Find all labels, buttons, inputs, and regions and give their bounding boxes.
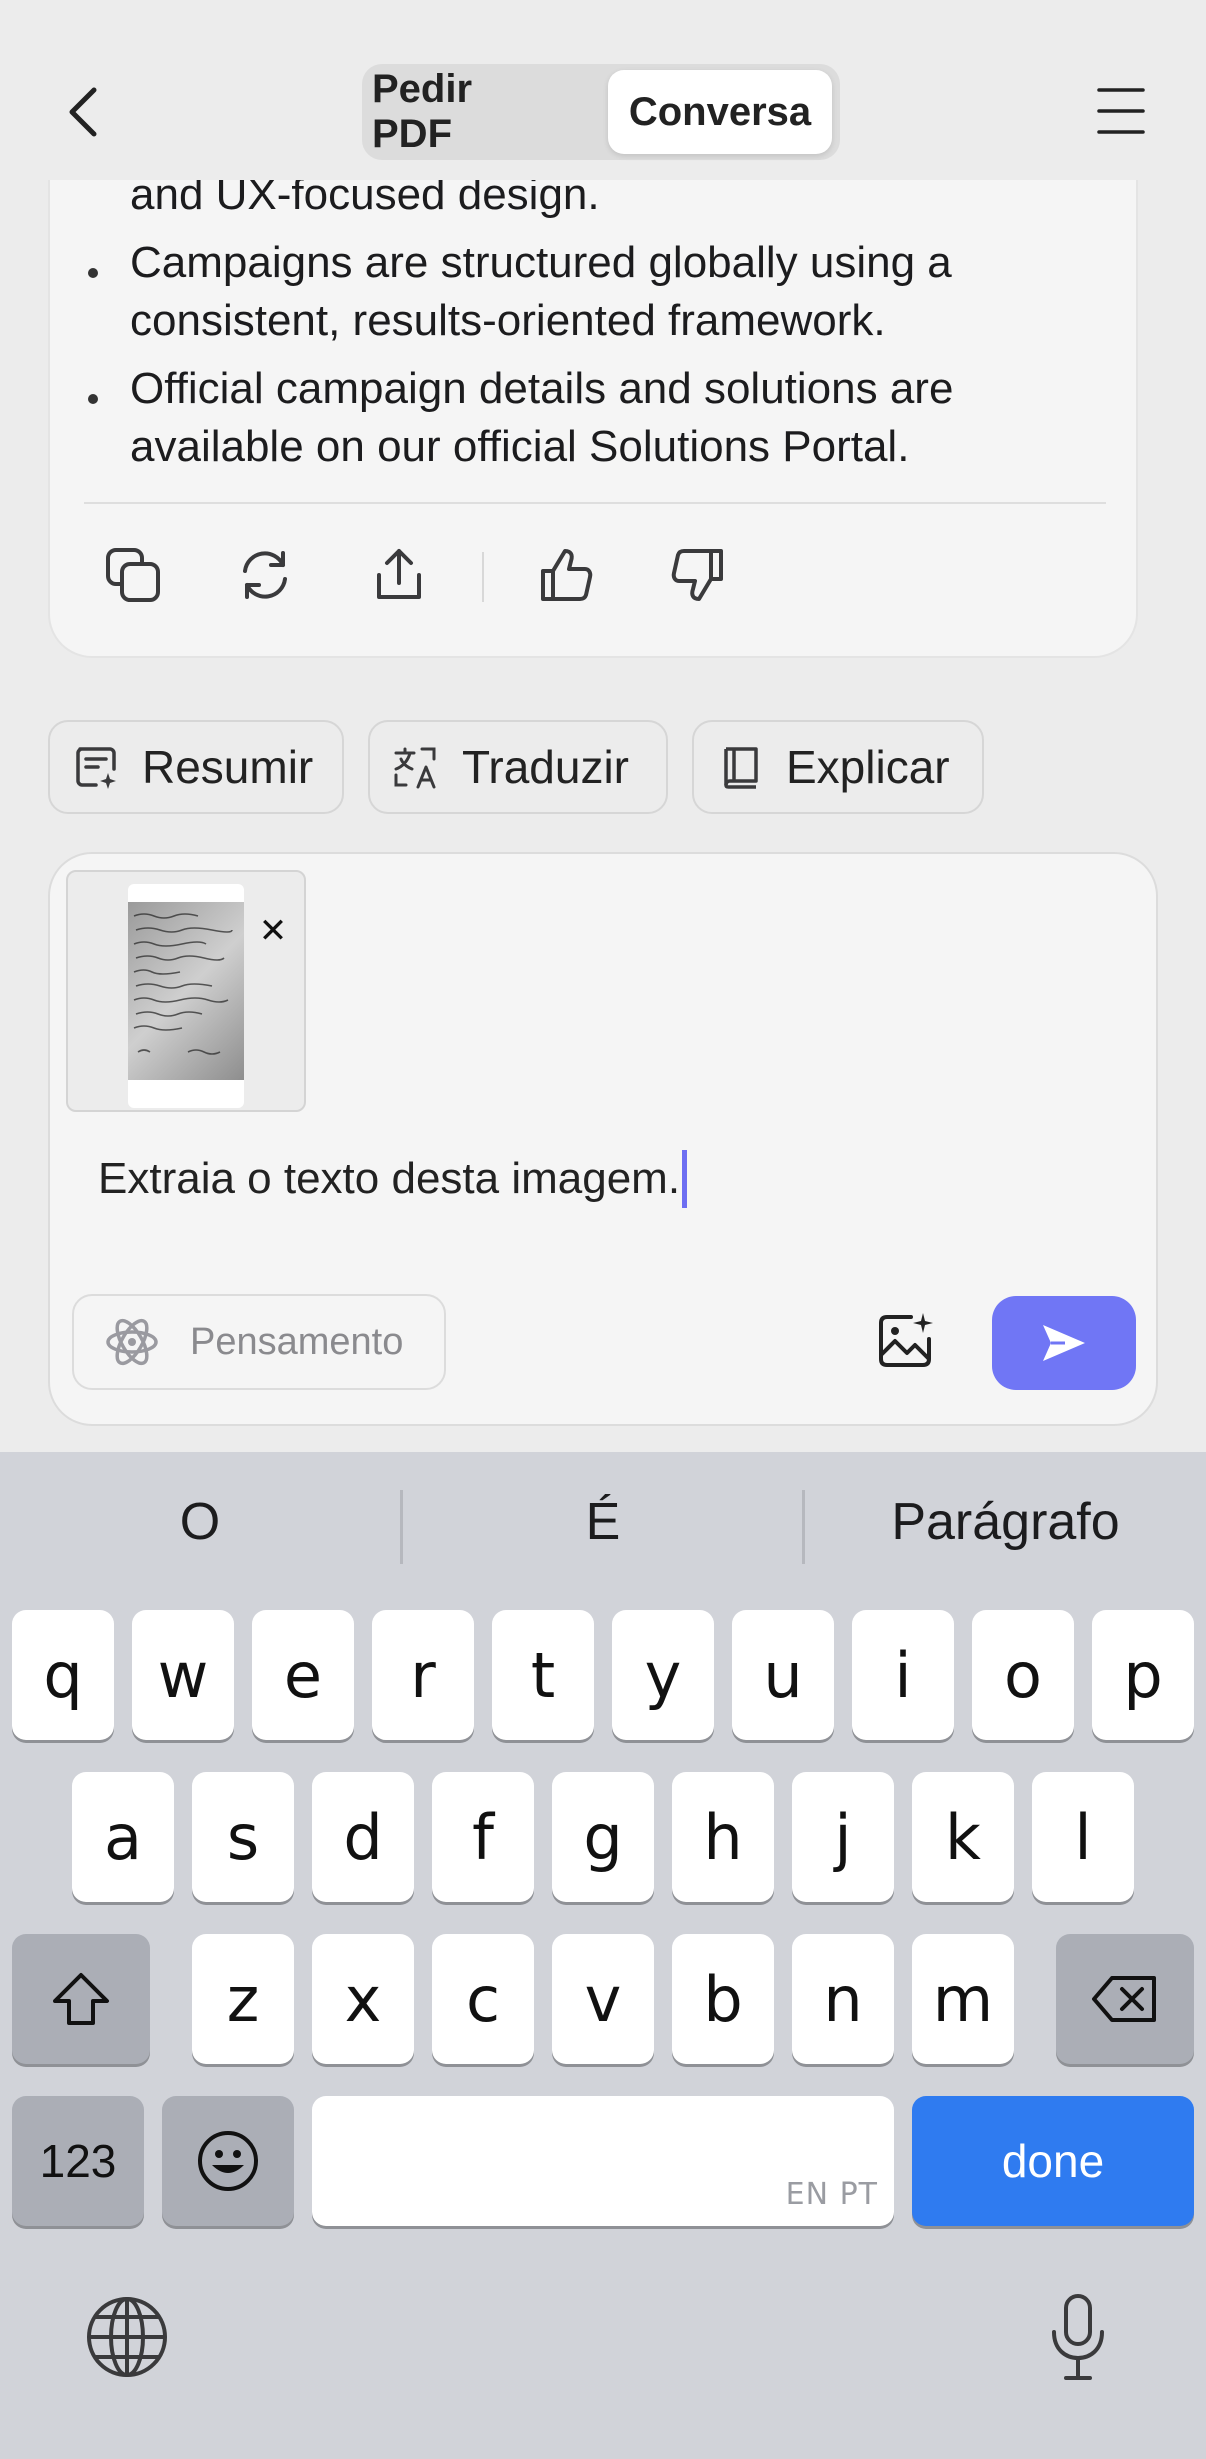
explain-chip[interactable]: Explicar (692, 720, 984, 814)
key-n[interactable]: n (792, 1934, 894, 2064)
thinking-label: Pensamento (190, 1320, 404, 1363)
key-j[interactable]: j (792, 1772, 894, 1902)
message-line: available on our official Solutions Port… (130, 422, 910, 471)
thinking-toggle[interactable]: Pensamento (72, 1294, 446, 1390)
tab-conversa[interactable]: Conversa (608, 70, 832, 154)
emoji-key[interactable] (162, 2096, 294, 2226)
tab-pedir-pdf[interactable]: Pedir PDF (372, 67, 562, 156)
divider (84, 502, 1106, 504)
translate-icon (394, 747, 436, 789)
done-key[interactable]: done (912, 2096, 1194, 2226)
key-o[interactable]: o (972, 1610, 1074, 1740)
regenerate-icon (243, 551, 287, 599)
key-w[interactable]: w (132, 1610, 234, 1740)
emoji-icon (198, 2131, 258, 2191)
key-e[interactable]: e (252, 1610, 354, 1740)
image-thumbnail[interactable]: ✕ (66, 870, 306, 1112)
dislike-button[interactable] (664, 540, 734, 610)
backspace-key[interactable] (1056, 1934, 1194, 2064)
key-z[interactable]: z (192, 1934, 294, 2064)
key-q[interactable]: q (12, 1610, 114, 1740)
key-g[interactable]: g (552, 1772, 654, 1902)
menu-button[interactable] (1096, 86, 1146, 136)
shift-icon (53, 1973, 109, 2025)
message-line: Campaigns are structured globally using … (130, 238, 952, 287)
action-separator (482, 552, 484, 602)
message-line: Official campaign details and solutions … (130, 364, 954, 413)
send-button[interactable] (992, 1296, 1136, 1390)
explain-label: Explicar (786, 741, 950, 793)
translate-chip[interactable]: Traduzir (368, 720, 668, 814)
assistant-message-card: and UX-focused design. Campaigns are str… (48, 120, 1138, 658)
key-m[interactable]: m (912, 1934, 1014, 2064)
key-i[interactable]: i (852, 1610, 954, 1740)
share-icon (377, 549, 421, 599)
key-t[interactable]: t (492, 1610, 594, 1740)
atom-icon (106, 1318, 158, 1366)
copy-icon (106, 548, 160, 602)
key-h[interactable]: h (672, 1772, 774, 1902)
message-line: consistent, results-oriented framework. (130, 296, 886, 345)
key-s[interactable]: s (192, 1772, 294, 1902)
top-bar: Pedir PDF Conversa (0, 0, 1206, 180)
key-a[interactable]: a (72, 1772, 174, 1902)
share-button[interactable] (364, 540, 434, 610)
microphone-icon (1052, 2294, 1104, 2380)
remove-attachment-button[interactable]: ✕ (246, 904, 300, 958)
thumbs-down-icon (671, 549, 723, 601)
hamburger-icon (1097, 88, 1145, 134)
space-key[interactable]: EN PT (312, 2096, 894, 2226)
numbers-key[interactable]: 123 (12, 2096, 144, 2226)
key-b[interactable]: b (672, 1934, 774, 2064)
prompt-text: Extraia o texto desta imagem. (98, 1154, 681, 1203)
text-caret (682, 1150, 688, 1208)
dictation-button[interactable] (1036, 2292, 1120, 2382)
key-p[interactable]: p (1092, 1610, 1194, 1740)
like-button[interactable] (530, 540, 600, 610)
key-l[interactable]: l (1032, 1772, 1134, 1902)
key-c[interactable]: c (432, 1934, 534, 2064)
back-button[interactable] (58, 82, 108, 142)
translate-label: Traduzir (462, 741, 629, 793)
copy-button[interactable] (98, 540, 168, 610)
key-k[interactable]: k (912, 1772, 1014, 1902)
bullet-dot (88, 394, 98, 404)
key-r[interactable]: r (372, 1610, 474, 1740)
thumbs-up-icon (541, 549, 593, 601)
chevron-left-icon (69, 87, 97, 137)
shift-key[interactable] (12, 1934, 150, 2064)
keyboard: O É Parágrafo q w e r t y u i o p a s d … (0, 1452, 1206, 2459)
image-sparkle-icon (879, 1313, 933, 1367)
backspace-icon (1092, 1976, 1156, 2022)
suggestion-1[interactable]: O (0, 1452, 400, 1592)
regenerate-button[interactable] (230, 540, 300, 610)
summarize-label: Resumir (142, 741, 314, 793)
globe-button[interactable] (82, 2292, 172, 2382)
key-x[interactable]: x (312, 1934, 414, 2064)
thumbnail-handwriting (128, 902, 244, 1080)
summarize-chip[interactable]: Resumir (48, 720, 344, 814)
language-tag: EN PT (785, 2177, 878, 2212)
message-composer: ✕ Extraia o texto desta imagem. Pensamen… (48, 852, 1158, 1426)
key-d[interactable]: d (312, 1772, 414, 1902)
suggestion-2[interactable]: É (403, 1452, 803, 1592)
suggestion-3[interactable]: Parágrafo (805, 1452, 1206, 1592)
book-icon (724, 747, 758, 789)
key-y[interactable]: y (612, 1610, 714, 1740)
prompt-input[interactable]: Extraia o texto desta imagem. (98, 1150, 688, 1208)
send-icon (1043, 1325, 1085, 1361)
key-v[interactable]: v (552, 1934, 654, 2064)
mode-switcher: Pedir PDF Conversa (362, 64, 840, 160)
key-u[interactable]: u (732, 1610, 834, 1740)
image-generate-button[interactable] (870, 1306, 940, 1376)
globe-icon (87, 2297, 167, 2377)
summarize-icon (76, 747, 116, 789)
key-f[interactable]: f (432, 1772, 534, 1902)
bullet-dot (88, 268, 98, 278)
